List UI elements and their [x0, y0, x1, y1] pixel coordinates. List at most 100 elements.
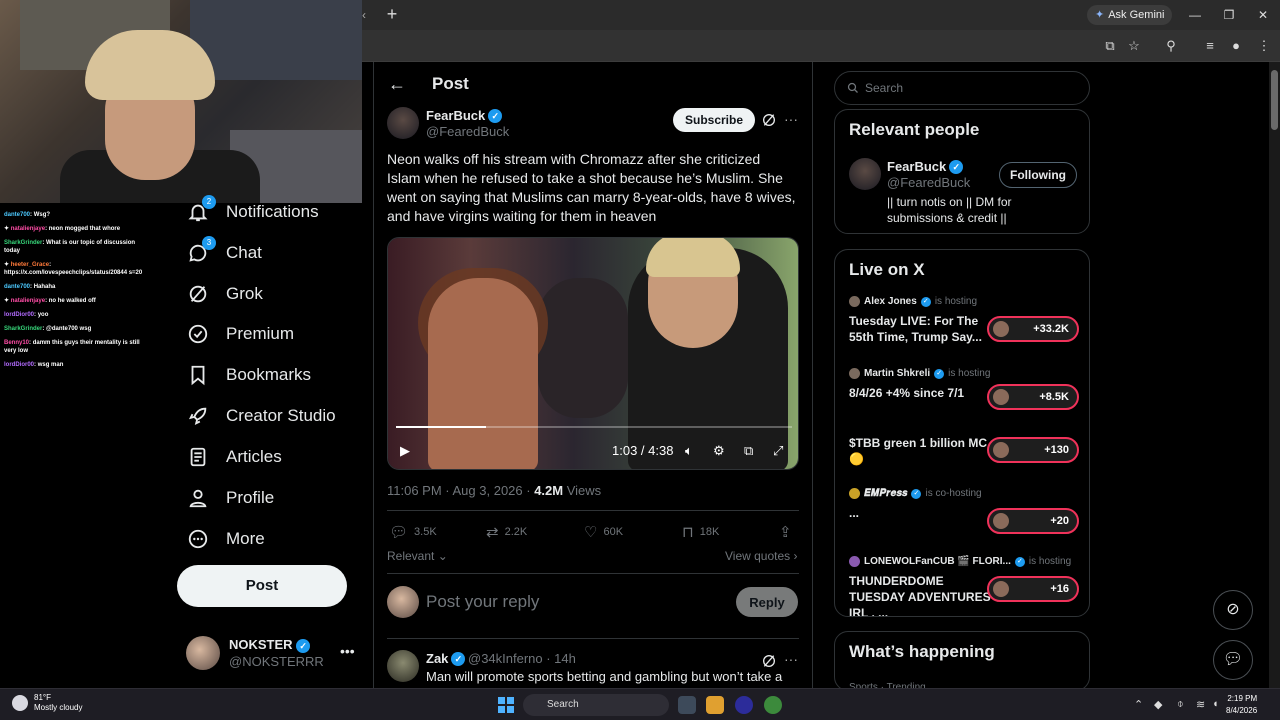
verified-icon: ✓	[949, 159, 964, 174]
messages-icon[interactable]: 💬︎	[1213, 640, 1253, 680]
post-button[interactable]: Post	[177, 565, 347, 607]
restore-icon[interactable]: ❐	[1214, 5, 1244, 25]
volume-icon[interactable]: 🔈︎	[685, 443, 693, 459]
repost-action[interactable]: ⇄ 2.2K	[486, 523, 527, 541]
person-name-row[interactable]: FearBuck ✓	[887, 159, 964, 174]
cast-icon[interactable]: ⧉	[1102, 38, 1118, 54]
nav-more[interactable]: More	[186, 523, 265, 555]
reply-sort-dropdown[interactable]: Relevant ⌄	[387, 549, 448, 563]
reply-input[interactable]	[426, 590, 706, 614]
avatar[interactable]	[387, 650, 419, 682]
chat-message: dante700: Wsg?	[4, 212, 51, 218]
live-host-name: LONEWOLFanCUB 🎬 FLORI...	[864, 556, 1011, 567]
play-icon[interactable]: ▶	[400, 443, 410, 459]
bookmark-action[interactable]: ⊓ 18K	[682, 523, 719, 541]
live-title: $TBB green 1 billion MC 🟡	[849, 436, 988, 466]
avatar	[993, 321, 1009, 337]
wifi-icon[interactable]: ≋	[1196, 698, 1205, 711]
star-icon[interactable]: ☆	[1126, 38, 1142, 54]
minimize-icon[interactable]: —	[1180, 5, 1210, 25]
volume-icon[interactable]: ◖	[1212, 698, 1219, 710]
live-item[interactable]: $TBB green 1 billion MC 🟡 +130	[849, 430, 1079, 470]
nav-chat[interactable]: 3 Chat	[186, 236, 262, 269]
nav-articles[interactable]: Articles	[186, 441, 282, 473]
like-action[interactable]: ♡ 60K	[584, 523, 623, 541]
nav-creator-studio[interactable]: Creator Studio	[186, 400, 336, 432]
chrome-icon[interactable]	[764, 696, 782, 714]
video-frame	[646, 238, 740, 277]
tray-app-icon[interactable]: ◆	[1154, 698, 1162, 711]
account-switcher[interactable]: NOKSTER ✓ @NOKSTERRR •••	[186, 636, 358, 670]
nav-premium[interactable]: Premium	[186, 318, 294, 350]
pip-icon[interactable]: ⧉	[744, 443, 753, 459]
system-clock[interactable]: 2:19 PM 8/4/2026	[1226, 693, 1257, 717]
live-listeners-pill: +8.5K	[987, 384, 1079, 410]
browser-menu-icon[interactable]: ⋮	[1256, 38, 1272, 54]
reply-button[interactable]: Reply	[736, 587, 798, 617]
new-tab-button[interactable]: +	[382, 5, 402, 25]
app-icon[interactable]	[706, 696, 724, 714]
avatar[interactable]	[849, 158, 881, 190]
following-button[interactable]: Following	[999, 162, 1077, 188]
live-item[interactable]: 𝑬𝑴𝑷𝒓𝒆𝒔𝒔 ✓ is co-hosting ... +20	[849, 488, 1079, 538]
avatar[interactable]	[387, 107, 419, 139]
verified-icon: ✓	[1014, 556, 1025, 567]
video-progress-bar[interactable]	[396, 426, 792, 428]
scrollbar[interactable]	[1269, 62, 1280, 688]
fullscreen-icon[interactable]: ⤢	[773, 443, 783, 459]
live-item[interactable]: Alex Jones ✓ is hosting Tuesday LIVE: For …	[849, 296, 1079, 346]
comment-author-row[interactable]: Zak ✓	[426, 651, 466, 666]
avatar	[849, 296, 860, 307]
more-icon[interactable]: ···	[784, 651, 798, 667]
chat-message: Benny10: damm this guys their mentality …	[4, 340, 140, 354]
profile-avatar-icon[interactable]: ●	[1228, 38, 1244, 54]
live-host: Alex Jones ✓ is hosting	[849, 296, 1079, 307]
more-icon[interactable]: ···	[784, 111, 798, 127]
nav-label: Articles	[226, 447, 282, 466]
ask-gemini-button[interactable]: ✦ Ask Gemini	[1087, 5, 1173, 25]
media-controls-icon[interactable]: ≡	[1202, 38, 1218, 54]
taskbar-search[interactable]: Search	[523, 694, 669, 716]
grok-icon[interactable]	[761, 653, 777, 669]
nav-bookmarks[interactable]: Bookmarks	[186, 359, 311, 391]
nav-label: Chat	[226, 243, 262, 262]
nav-label: Notifications	[226, 202, 319, 221]
tray-overflow-icon[interactable]: ⌃	[1134, 698, 1143, 711]
settings-gear-icon[interactable]: ⚙	[713, 443, 725, 459]
video-player[interactable]: ▶ 1:03 / 4:38 🔈︎ ⚙ ⧉ ⤢	[387, 237, 799, 470]
subscribe-button[interactable]: Subscribe	[673, 108, 755, 132]
ask-gemini-label: Ask Gemini	[1108, 9, 1165, 21]
tab-scroll-left-icon[interactable]: ‹	[362, 5, 372, 25]
live-item[interactable]: LONEWOLFanCUB 🎬 FLORI... ✓ is hosting THUN…	[849, 556, 1079, 616]
chat-message: ✦ heeter_Grace: https://x.com/lovespeech…	[4, 262, 143, 276]
person-name: FearBuck	[887, 159, 947, 174]
search-input[interactable]	[865, 81, 1065, 95]
task-view-icon[interactable]	[678, 696, 696, 714]
chat-user: lordDior00	[4, 312, 35, 318]
nav-profile[interactable]: Profile	[186, 482, 274, 514]
back-arrow-icon[interactable]: ←	[388, 74, 408, 94]
search-box[interactable]	[834, 71, 1090, 105]
share-icon[interactable]: ⇪	[779, 523, 792, 541]
grok-icon[interactable]	[761, 112, 777, 128]
close-window-icon[interactable]: ✕	[1248, 5, 1278, 25]
chat-user: SharkGrinder	[4, 326, 43, 332]
more-icon[interactable]: •••	[340, 643, 355, 659]
nav-grok[interactable]: Grok	[186, 278, 263, 310]
windows-start-icon[interactable]	[498, 697, 514, 713]
avatar	[993, 581, 1009, 597]
app-icon[interactable]	[735, 696, 753, 714]
grok-icon[interactable]: ⊘	[1213, 590, 1253, 630]
nav-notifications[interactable]: 2 Notifications	[186, 195, 319, 228]
weather-widget[interactable]: 81°F Mostly cloudy	[12, 693, 82, 713]
reply-action[interactable]: 💬︎ 3.5K	[389, 523, 437, 541]
scrollbar-thumb[interactable]	[1271, 70, 1278, 130]
comment-author-name: Zak	[426, 651, 449, 666]
view-quotes-link[interactable]: View quotes ›	[725, 549, 798, 563]
live-item[interactable]: Martin Shkreli ✓ is hosting 8/4/26 +4% sin…	[849, 368, 1079, 412]
main-column: ← Post FearBuck ✓ @FearedBuck Subscribe ·…	[373, 62, 813, 688]
extensions-icon[interactable]: ⚲	[1163, 38, 1179, 54]
author-name-row[interactable]: FearBuck ✓	[426, 108, 503, 123]
video-timecode: 1:03 / 4:38	[612, 443, 674, 458]
microphone-icon[interactable]: ⌽	[1177, 698, 1184, 711]
